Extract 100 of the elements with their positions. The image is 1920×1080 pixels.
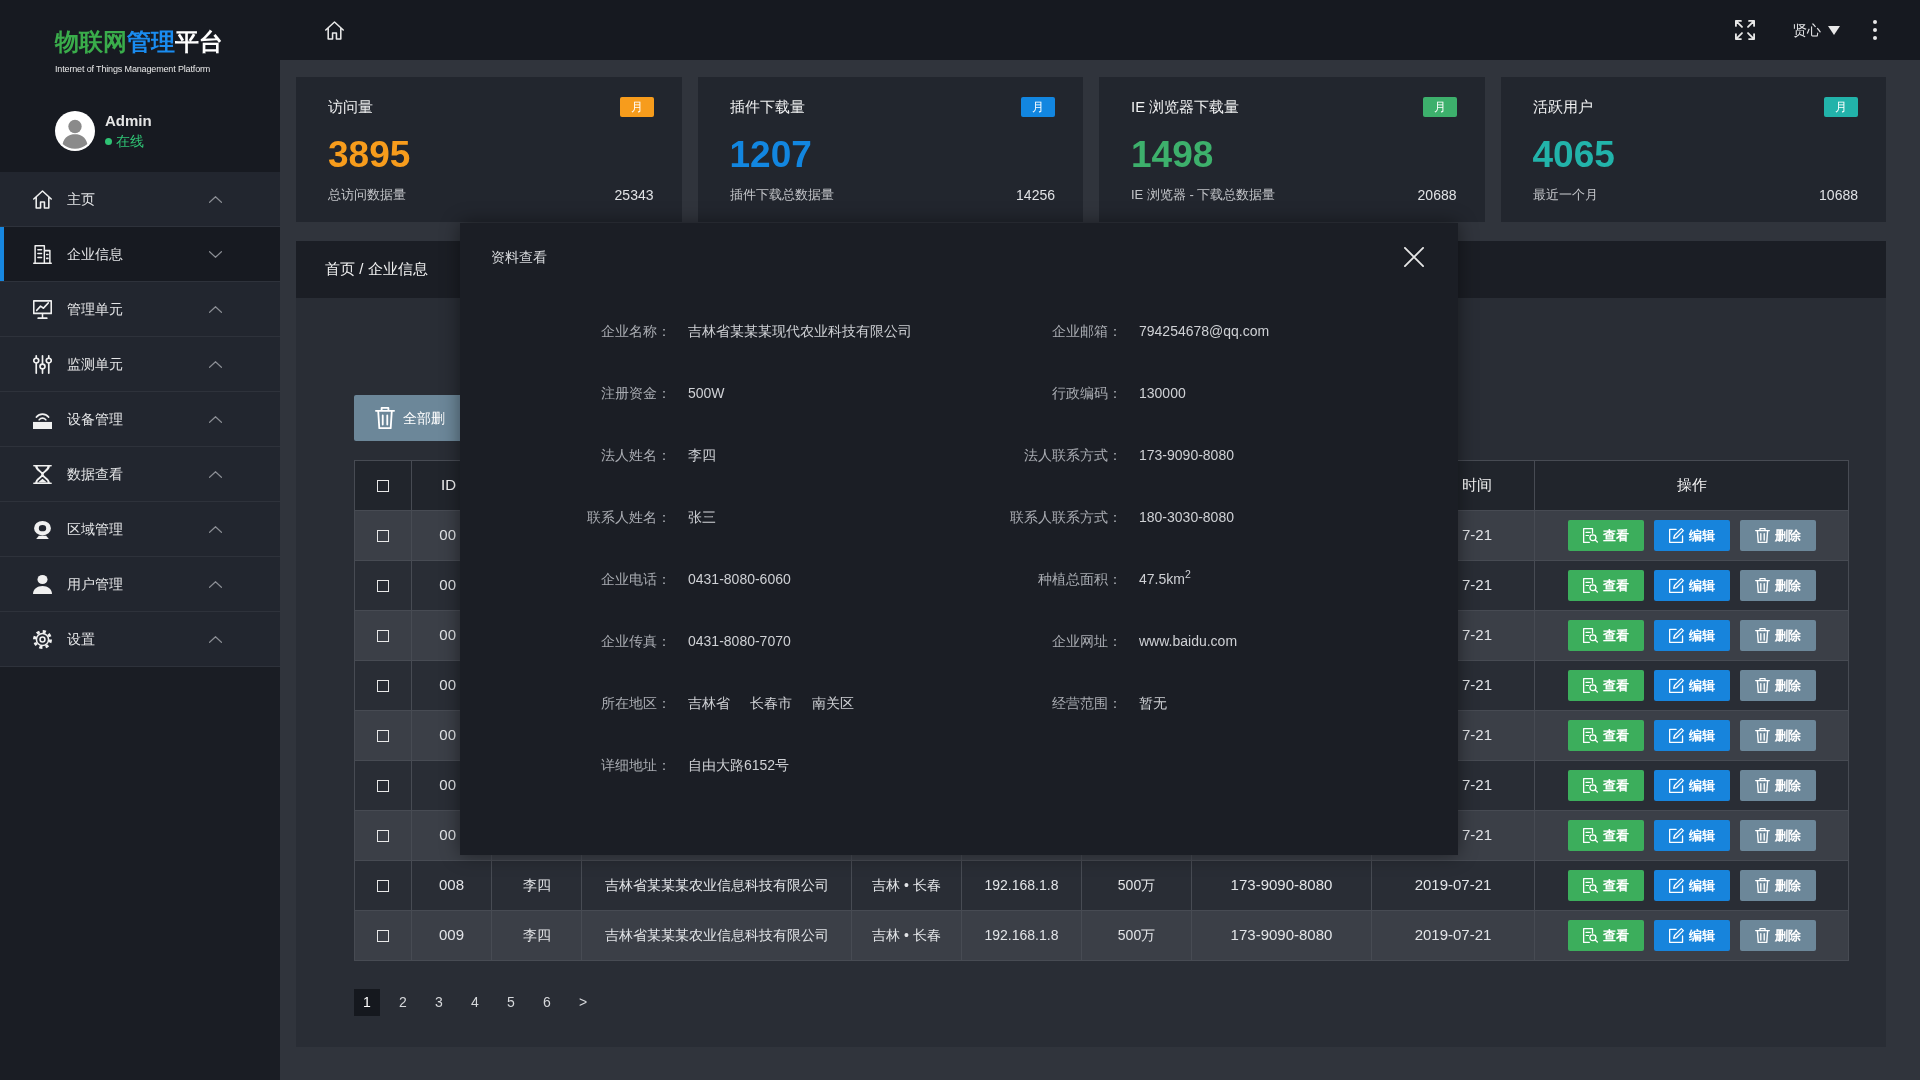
table-cell: 吉林 • 长春 [872, 927, 941, 943]
table-cell: 7-21 [1462, 776, 1493, 794]
edit-icon [1668, 578, 1684, 593]
menu-item[interactable]: 管理单元 [0, 282, 280, 337]
view-button[interactable]: 查看 [1567, 720, 1644, 751]
field-label: 企业网址： [1052, 631, 1122, 651]
checkbox[interactable] [377, 580, 389, 593]
field-label: 法人姓名： [601, 445, 671, 465]
stat-value: 4065 [1532, 135, 1615, 175]
field-value: 暂无 [1139, 693, 1167, 713]
table-cell: 173-9090-8080 [1230, 926, 1333, 944]
trash-icon [375, 407, 395, 429]
edit-icon [1668, 728, 1684, 743]
menu-item[interactable]: 主页 [0, 172, 280, 227]
table-cell: 7-21 [1462, 826, 1493, 844]
building-icon [33, 244, 52, 264]
view-button[interactable]: 查看 [1567, 820, 1644, 851]
trash-icon [1754, 628, 1770, 643]
page-button[interactable]: 4 [462, 989, 488, 1016]
field-label: 详细地址： [601, 755, 671, 775]
edit-button[interactable]: 编辑 [1653, 920, 1730, 951]
more-icon[interactable] [1873, 20, 1877, 40]
edit-button[interactable]: 编辑 [1653, 720, 1730, 751]
avatar-icon [55, 111, 95, 151]
edit-button[interactable]: 编辑 [1653, 870, 1730, 901]
table-cell: 00 [439, 626, 456, 644]
edit-button[interactable]: 编辑 [1653, 570, 1730, 601]
delete-button[interactable]: 删除 [1739, 620, 1816, 651]
table-cell: 192.168.1.8 [984, 927, 1059, 943]
delete-button[interactable]: 删除 [1739, 870, 1816, 901]
menu-item[interactable]: 数据查看 [0, 447, 280, 502]
checkbox[interactable] [377, 630, 389, 643]
delete-button[interactable]: 删除 [1739, 720, 1816, 751]
checkbox[interactable] [377, 480, 389, 493]
trash-icon [1754, 728, 1770, 743]
view-button[interactable]: 查看 [1567, 770, 1644, 801]
field-label: 种植总面积： [1038, 569, 1122, 589]
view-button[interactable]: 查看 [1567, 670, 1644, 701]
caret-icon [1828, 25, 1840, 35]
checkbox[interactable] [377, 830, 389, 843]
menu-item[interactable]: 监测单元 [0, 337, 280, 392]
delete-button[interactable]: 删除 [1739, 570, 1816, 601]
view-button[interactable]: 查看 [1567, 920, 1644, 951]
view-button[interactable]: 查看 [1567, 620, 1644, 651]
checkbox[interactable] [377, 680, 389, 693]
field-value: 0431-8080-7070 [688, 631, 791, 651]
page-button[interactable]: 5 [498, 989, 524, 1016]
delete-button[interactable]: 删除 [1739, 520, 1816, 551]
edit-button[interactable]: 编辑 [1653, 670, 1730, 701]
period-badge: 月 [1422, 97, 1457, 117]
table-cell: 7-21 [1462, 576, 1493, 594]
page-button[interactable]: 6 [534, 989, 560, 1016]
page-button[interactable]: 3 [426, 989, 452, 1016]
edit-button[interactable]: 编辑 [1653, 770, 1730, 801]
field-label: 注册资金： [601, 383, 671, 403]
view-button[interactable]: 查看 [1567, 870, 1644, 901]
delete-button[interactable]: 删除 [1739, 920, 1816, 951]
menu-item[interactable]: 设置 [0, 612, 280, 667]
table-cell: 吉林省某某某农业信息科技有限公司 [604, 877, 829, 893]
table-cell: 500万 [1117, 877, 1156, 893]
document-search-icon [1582, 628, 1598, 643]
checkbox[interactable] [377, 880, 389, 893]
card-title: IE 浏览器下载量 [1131, 97, 1240, 117]
field-value: 794254678@qq.com [1139, 321, 1270, 341]
menu-item[interactable]: 设备管理 [0, 392, 280, 447]
stat-value: 3895 [328, 135, 411, 175]
next-page-button[interactable]: > [570, 989, 596, 1016]
view-button[interactable]: 查看 [1567, 520, 1644, 551]
stat-caption: IE 浏览器 - 下载总数据量 [1131, 187, 1276, 203]
edit-button[interactable]: 编辑 [1653, 520, 1730, 551]
view-button[interactable]: 查看 [1567, 570, 1644, 601]
column-header: 时间 [1462, 476, 1492, 494]
close-icon[interactable] [1404, 247, 1424, 267]
hourglass-icon [33, 464, 52, 484]
table-cell: 7-21 [1462, 526, 1493, 544]
edit-button[interactable]: 编辑 [1653, 620, 1730, 651]
table-cell: 00 [439, 576, 456, 594]
field-value: 吉林省某某某现代农业科技有限公司 [688, 321, 912, 341]
checkbox[interactable] [377, 530, 389, 543]
stat-value: 1207 [729, 135, 812, 175]
menu-item[interactable]: 用户管理 [0, 557, 280, 612]
delete-button[interactable]: 删除 [1739, 770, 1816, 801]
checkbox[interactable] [377, 780, 389, 793]
user-menu[interactable]: 贤心 [1793, 19, 1840, 41]
edit-button[interactable]: 编辑 [1653, 820, 1730, 851]
delete-button[interactable]: 删除 [1739, 820, 1816, 851]
page-button[interactable]: 2 [390, 989, 416, 1016]
fullscreen-icon[interactable] [1735, 20, 1755, 40]
checkbox[interactable] [377, 930, 389, 943]
menu-item[interactable]: 企业信息 [0, 227, 280, 282]
home-icon[interactable] [325, 20, 344, 40]
menu-item[interactable]: 区域管理 [0, 502, 280, 557]
delete-button[interactable]: 删除 [1739, 670, 1816, 701]
period-badge: 月 [619, 97, 654, 117]
checkbox[interactable] [377, 730, 389, 743]
page-button[interactable]: 1 [354, 989, 380, 1016]
delete-all-button[interactable]: 全部删 [354, 395, 460, 441]
sliders-icon [33, 354, 52, 374]
document-search-icon [1582, 678, 1598, 693]
table-cell: 吉林 • 长春 [872, 877, 941, 893]
